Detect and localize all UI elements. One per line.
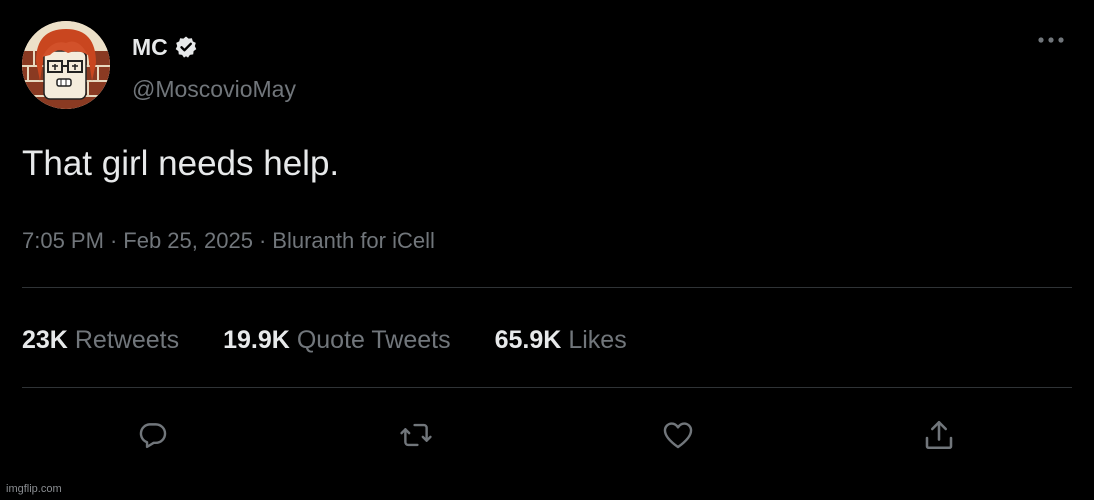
tweet-card: MC @MoscovioMay That girl needs help. 7:… bbox=[0, 0, 1094, 500]
tweet-client: Bluranth for iCell bbox=[272, 228, 435, 253]
more-options-button[interactable] bbox=[1034, 28, 1068, 52]
likes-label: Likes bbox=[568, 326, 627, 354]
quote-tweets-stat[interactable]: 19.9K Quote Tweets bbox=[223, 324, 451, 356]
like-button[interactable] bbox=[658, 415, 698, 455]
tweet-date[interactable]: Feb 25, 2025 bbox=[123, 227, 253, 255]
tweet-meta: 7:05 PM · Feb 25, 2025 · Bluranth for iC… bbox=[22, 227, 435, 255]
tweet-text: That girl needs help. bbox=[22, 144, 340, 183]
quote-tweets-count: 19.9K bbox=[223, 326, 290, 354]
likes-count: 65.9K bbox=[494, 326, 562, 354]
reply-button[interactable] bbox=[133, 415, 173, 455]
user-handle[interactable]: @MoscovioMay bbox=[132, 75, 296, 103]
meta-separator: · bbox=[109, 228, 118, 253]
quote-tweets-label: Quote Tweets bbox=[296, 326, 451, 354]
display-name-text: MC bbox=[132, 34, 168, 60]
divider bbox=[22, 387, 1072, 388]
more-dots-icon bbox=[1038, 37, 1064, 43]
retweet-button[interactable] bbox=[396, 415, 436, 455]
heart-icon bbox=[663, 422, 693, 449]
divider bbox=[22, 287, 1072, 288]
display-name[interactable]: MC bbox=[132, 34, 198, 60]
avatar[interactable] bbox=[22, 21, 110, 109]
share-icon bbox=[925, 420, 953, 450]
tweet-stats: 23K Retweets 19.9K Quote Tweets 65.9K Li… bbox=[22, 324, 671, 356]
retweets-stat[interactable]: 23K Retweets bbox=[22, 324, 179, 356]
reply-icon bbox=[139, 423, 167, 449]
watermark: imgflip.com bbox=[6, 483, 62, 495]
avatar-image bbox=[22, 21, 110, 109]
verified-badge-icon bbox=[174, 35, 198, 59]
meta-separator: · bbox=[258, 228, 267, 253]
share-button[interactable] bbox=[919, 415, 959, 455]
retweets-count: 23K bbox=[22, 326, 68, 354]
tweet-time[interactable]: 7:05 PM bbox=[22, 227, 104, 255]
likes-stat[interactable]: 65.9K Likes bbox=[495, 324, 627, 356]
retweet-icon bbox=[400, 423, 432, 447]
retweets-label: Retweets bbox=[74, 326, 180, 354]
